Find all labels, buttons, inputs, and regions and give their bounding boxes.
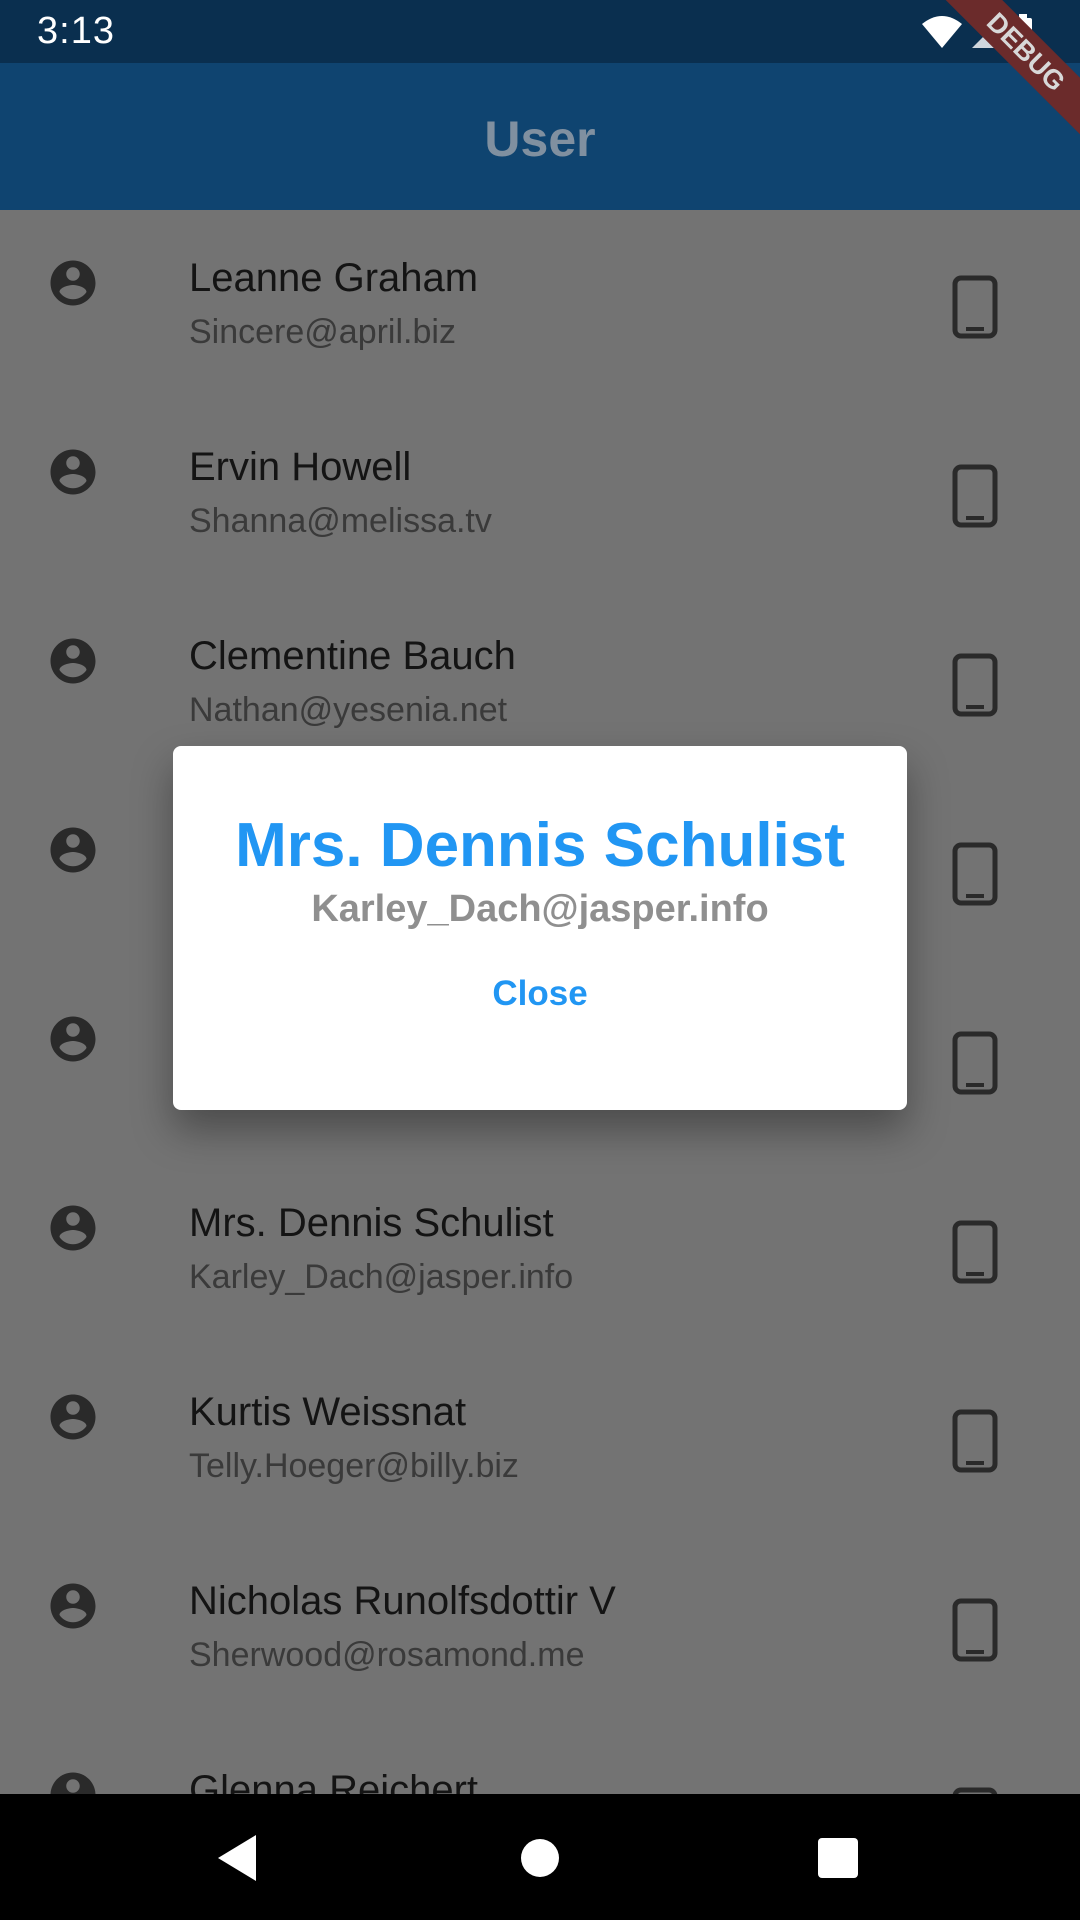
phone-icon[interactable]	[952, 1031, 998, 1095]
user-name: Mrs. Dennis Schulist	[189, 1201, 554, 1245]
user-name: Clementine Bauch	[189, 634, 516, 678]
phone-icon[interactable]	[952, 275, 998, 339]
user-detail-dialog: Mrs. Dennis Schulist Karley_Dach@jasper.…	[173, 746, 907, 1110]
user-email: Telly.Hoeger@billy.biz	[189, 1447, 519, 1485]
list-item[interactable]: Mrs. Dennis Schulist Karley_Dach@jasper.…	[0, 1155, 1080, 1344]
account-circle-icon	[50, 449, 96, 495]
list-item[interactable]: Nicholas Runolfsdottir V Sherwood@rosamo…	[0, 1533, 1080, 1722]
dialog-user-email: Karley_Dach@jasper.info	[311, 888, 769, 930]
debug-banner: DEBUG	[930, 0, 1080, 150]
account-circle-icon	[50, 1205, 96, 1251]
account-circle-icon	[50, 1772, 96, 1794]
status-time: 3:13	[37, 10, 115, 52]
phone-icon[interactable]	[952, 464, 998, 528]
user-name: Leanne Graham	[189, 256, 479, 300]
phone-icon[interactable]	[952, 1787, 998, 1794]
debug-banner-label: DEBUG	[941, 0, 1080, 137]
list-item[interactable]: Leanne Graham Sincere@april.biz	[0, 210, 1080, 399]
user-email: Sherwood@rosamond.me	[189, 1636, 585, 1674]
list-item[interactable]: Glenna Reichert	[0, 1722, 1080, 1794]
list-item[interactable]: Ervin Howell Shanna@melissa.tv	[0, 399, 1080, 588]
account-circle-icon	[50, 1394, 96, 1440]
user-email: Karley_Dach@jasper.info	[189, 1258, 574, 1296]
user-email: Nathan@yesenia.net	[189, 691, 508, 729]
page-title: User	[484, 111, 596, 167]
user-name: Kurtis Weissnat	[189, 1390, 467, 1434]
user-name: Glenna Reichert	[189, 1768, 479, 1794]
user-email: Shanna@melissa.tv	[189, 502, 492, 540]
list-item[interactable]: Kurtis Weissnat Telly.Hoeger@billy.biz	[0, 1344, 1080, 1533]
phone-icon[interactable]	[952, 1409, 998, 1473]
account-circle-icon	[50, 260, 96, 306]
user-email: Sincere@april.biz	[189, 313, 456, 351]
back-icon[interactable]	[212, 1831, 266, 1885]
dialog-user-name: Mrs. Dennis Schulist	[235, 811, 845, 880]
phone-icon[interactable]	[952, 1220, 998, 1284]
status-bar: 3:13	[0, 0, 1080, 63]
account-circle-icon	[50, 827, 96, 873]
phone-icon[interactable]	[952, 653, 998, 717]
close-button[interactable]: Close	[465, 968, 615, 1020]
phone-icon[interactable]	[952, 1598, 998, 1662]
app-bar: User	[0, 63, 1080, 210]
home-icon[interactable]	[513, 1831, 567, 1885]
account-circle-icon	[50, 1583, 96, 1629]
account-circle-icon	[50, 638, 96, 684]
user-name: Nicholas Runolfsdottir V	[189, 1579, 616, 1623]
phone-icon[interactable]	[952, 842, 998, 906]
account-circle-icon	[50, 1016, 96, 1062]
system-nav-bar	[0, 1794, 1080, 1920]
recents-icon[interactable]	[811, 1831, 865, 1885]
user-name: Ervin Howell	[189, 445, 412, 489]
